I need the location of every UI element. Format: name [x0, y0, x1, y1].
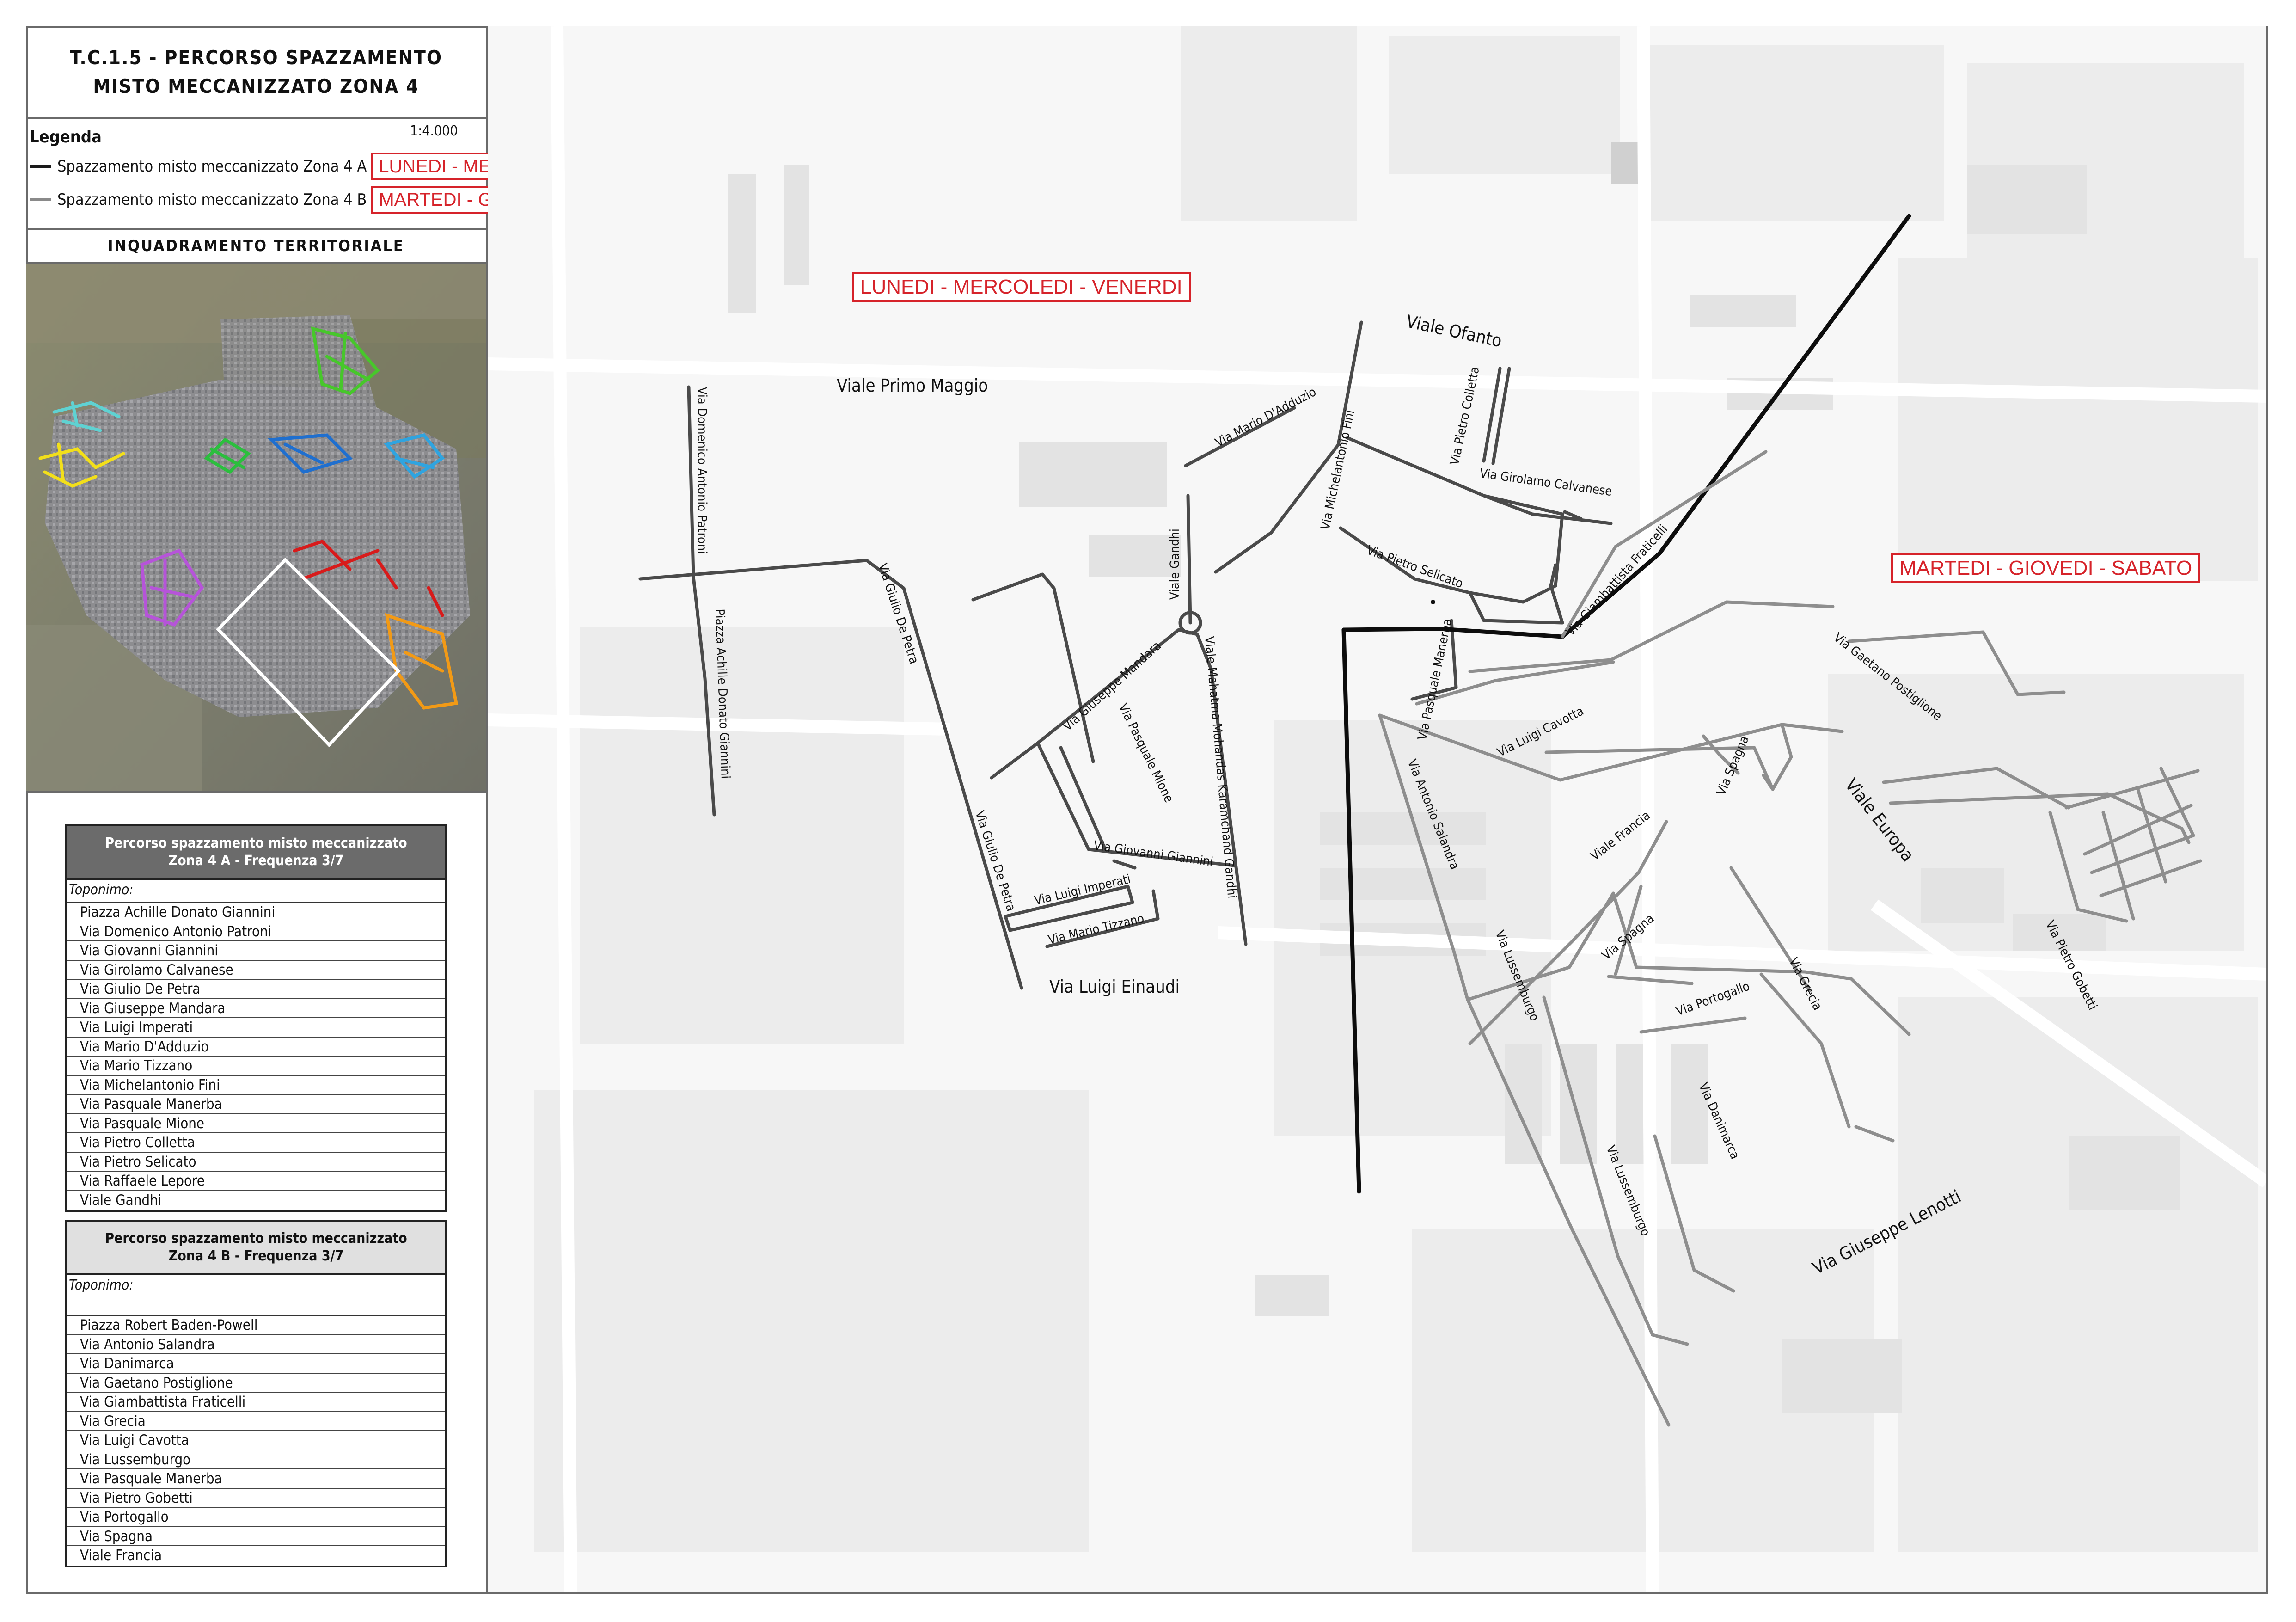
zone-4b-days-label: MARTEDI - GIOVEDI - SABATO: [1891, 553, 2201, 583]
list-item: Via Lussemburgo: [67, 1450, 445, 1469]
side-panel: T.C.1.5 - PERCORSO SPAZZAMENTO MISTO MEC…: [26, 26, 679, 1594]
aerial-image: [26, 264, 486, 791]
list-item: Via Pietro Gobetti: [67, 1489, 445, 1508]
list-item: Via Gaetano Postiglione: [67, 1374, 445, 1393]
list-item: Piazza Achille Donato Giannini: [67, 903, 445, 922]
main-map[interactable]: Viale Primo Maggio Viale Ofanto Via Luig…: [488, 26, 2266, 1592]
street-list-zone-4b: Piazza Robert Baden-Powell Via Antonio Sa…: [67, 1316, 445, 1566]
title-line-1: T.C.1.5 - PERCORSO SPAZZAMENTO: [69, 46, 443, 69]
list-item: Via Luigi Imperati: [67, 1018, 445, 1038]
list-item: Viale Gandhi: [80, 1192, 162, 1209]
list-item: Via Domenico Antonio Patroni: [67, 922, 445, 941]
table-header-line: Percorso spazzamento misto meccanizzato: [105, 1230, 407, 1247]
table-header-line: Percorso spazzamento misto meccanizzato: [105, 835, 407, 851]
list-item: Via Girolamo Calvanese: [67, 961, 445, 980]
list-item: Viale Francia: [80, 1547, 162, 1564]
list-item: Piazza Robert Baden-Powell: [67, 1316, 445, 1335]
list-item: Via Antonio Salandra: [67, 1335, 445, 1354]
street-list-zone-4a: Piazza Achille Donato Giannini Via Domeni…: [67, 903, 445, 1210]
scale-label: 1:4.000: [410, 123, 458, 139]
list-item: Via Giovanni Giannini: [67, 941, 445, 961]
table-zone-4a-header: Percorso spazzamento misto meccanizzato …: [67, 826, 445, 880]
legend-line-zone-b: [30, 198, 51, 201]
title-block: T.C.1.5 - PERCORSO SPAZZAMENTO MISTO MEC…: [26, 26, 486, 119]
label-via-domenico-antonio-patroni: Via Domenico Antonio Patroni: [695, 387, 709, 554]
list-item: Via Portogallo: [67, 1508, 445, 1527]
list-item: Via Giambattista Fraticelli: [67, 1393, 445, 1412]
legend-title: Legenda: [30, 128, 102, 147]
list-item: Via Luigi Cavotta: [67, 1431, 445, 1450]
label-via-luigi-einaudi: Via Luigi Einaudi: [1049, 977, 1180, 997]
list-item: Via Mario Tizzano: [67, 1057, 445, 1076]
table-header-line: Zona 4 B - Frequenza 3/7: [168, 1248, 344, 1264]
table-zone-4b: Percorso spazzamento misto meccanizzato …: [65, 1220, 447, 1567]
toponimo-label: Toponimo:: [67, 880, 445, 903]
legend-line-zone-a: [30, 165, 51, 168]
title-line-2: MISTO MECCANIZZATO ZONA 4: [93, 74, 419, 98]
toponimo-label: Toponimo:: [67, 1275, 445, 1316]
table-zone-4a: Percorso spazzamento misto meccanizzato …: [65, 824, 447, 1212]
list-item: Via Mario D'Adduzio: [67, 1038, 445, 1057]
zone-4a-days-label: LUNEDI - MERCOLEDI - VENERDI: [852, 272, 1191, 302]
legend-item-label: Spazzamento misto meccanizzato Zona 4 A: [57, 157, 367, 176]
list-item: Via Raffaele Lepore: [67, 1172, 445, 1191]
inquadramento-title: INQUADRAMENTO TERRITORIALE: [26, 230, 486, 264]
legend-item-label: Spazzamento misto meccanizzato Zona 4 B: [57, 190, 367, 209]
list-item: Via Giuseppe Mandara: [67, 999, 445, 1018]
label-viale-gandhi: Viale Gandhi: [1168, 528, 1182, 600]
list-item: Via Pasquale Manerba: [67, 1095, 445, 1114]
legend: Legenda 1:4.000 Spazzamento misto meccan…: [26, 119, 679, 230]
table-zone-4b-header: Percorso spazzamento misto meccanizzato …: [67, 1222, 445, 1275]
list-item: Via Danimarca: [67, 1354, 445, 1374]
list-item: Via Giulio De Petra: [67, 980, 445, 999]
list-item: Via Pietro Colletta: [67, 1133, 445, 1153]
inquadramento-aerial-map: [26, 264, 486, 793]
list-item: Via Pasquale Manerba: [67, 1469, 445, 1489]
point-marker: [1431, 600, 1435, 604]
list-item: Via Pasquale Mione: [67, 1114, 445, 1133]
label-viale-primo-maggio: Viale Primo Maggio: [837, 375, 988, 396]
list-item: Via Spagna: [67, 1527, 445, 1546]
table-header-line: Zona 4 A - Frequenza 3/7: [168, 853, 344, 869]
list-item: Via Pietro Selicato: [67, 1153, 445, 1172]
map-canvas: Viale Primo Maggio Viale Ofanto Via Luig…: [488, 26, 2266, 1592]
list-item: Via Michelantonio Fini: [67, 1076, 445, 1095]
list-item: Via Grecia: [67, 1412, 445, 1431]
